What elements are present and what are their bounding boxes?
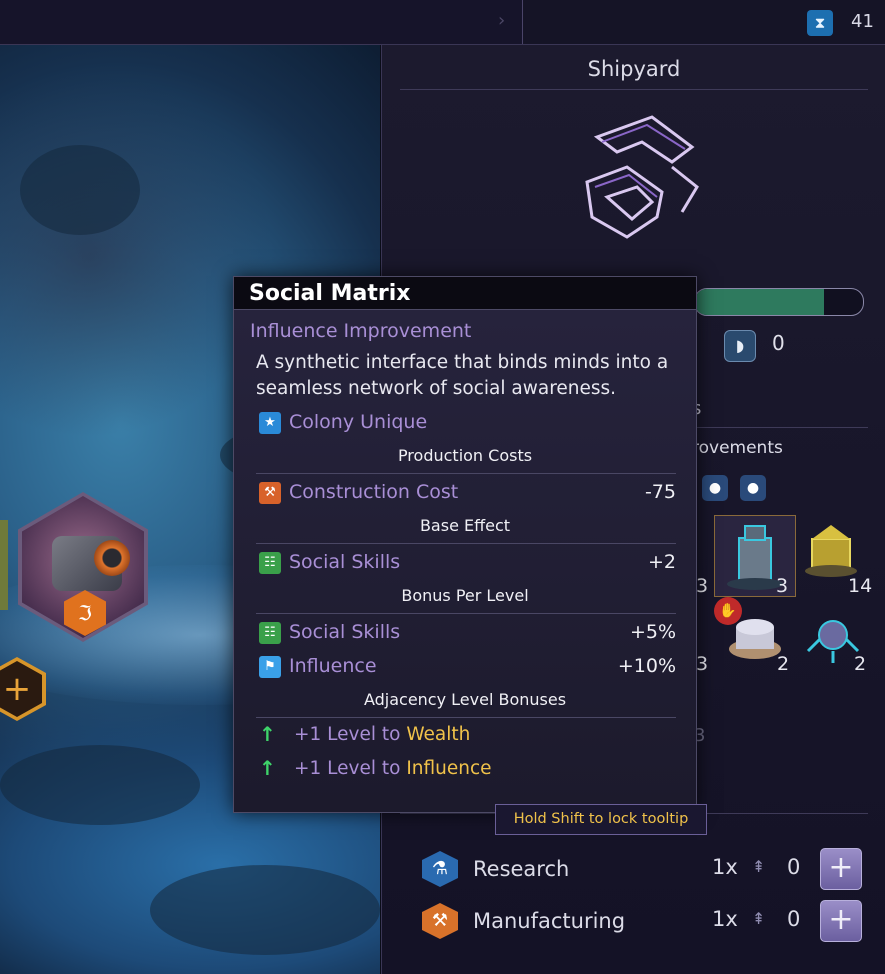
tooltip-category: Influence Improvement (250, 320, 472, 342)
influence-icon: ⚑ (259, 656, 281, 678)
chevron-right-icon[interactable]: › (498, 10, 505, 31)
divider (256, 473, 676, 474)
building-count-partial: 3 (696, 575, 709, 597)
resource-count: 0 (787, 855, 801, 879)
social-skills-icon: ☷ (259, 622, 281, 644)
base-effect-label: Social Skills (289, 551, 401, 573)
divider (256, 543, 676, 544)
star-icon: ★ (259, 412, 281, 434)
top-bar-left: › (0, 0, 523, 44)
progress-fill (695, 289, 825, 315)
resource-count: 0 (787, 907, 801, 931)
adjacency-prefix: +1 Level to (294, 758, 407, 779)
section-adjacency: Adjacency Level Bonuses (363, 690, 567, 709)
section-bonus-per-level: Bonus Per Level (401, 586, 529, 605)
flask-icon: ⚗ (422, 851, 458, 887)
adjacency-target: Wealth (406, 724, 471, 745)
divider (256, 717, 676, 718)
hammer-icon: ⚒ (259, 482, 281, 504)
level-up-icon: ⇞ (752, 909, 766, 928)
machine-barrel-icon (94, 540, 130, 576)
adjacency-prefix: +1 Level to (294, 724, 407, 745)
bonus-label: Social Skills (289, 621, 401, 643)
social-skills-icon: ☷ (259, 552, 281, 574)
person-icon[interactable]: ● (702, 475, 728, 501)
arrow-up-icon: ↑ (259, 756, 276, 780)
bonus-value: +5% (629, 621, 676, 643)
tooltip-description: A synthetic interface that binds minds i… (256, 352, 669, 399)
resource-multiplier: 1x (712, 907, 738, 931)
add-research-button[interactable]: + (820, 848, 862, 890)
building-count-partial: 3 (696, 653, 709, 675)
bonus-label: Influence (289, 655, 377, 677)
add-manufacturing-button[interactable]: + (820, 900, 862, 942)
divider (256, 613, 676, 614)
adjacency-bonus: +1 Level to Wealth (294, 724, 470, 745)
lock-tooltip-hint: Hold Shift to lock tooltip (495, 804, 707, 835)
improvements-heading: rovements (692, 438, 783, 458)
bonus-value: +10% (617, 655, 676, 677)
level-up-icon: ⇞ (752, 857, 766, 876)
panel-title: Shipyard (587, 57, 681, 81)
top-bar: › ⧗ 41 (0, 0, 885, 45)
building-count: 2 (854, 653, 867, 675)
cloud-shadow (150, 865, 380, 955)
neighbor-tile[interactable] (0, 520, 8, 610)
turn-counter: 41 (851, 11, 874, 32)
building-count: 14 (848, 575, 873, 597)
construction-progress-bar (694, 288, 864, 316)
resource-label: Research (473, 857, 570, 881)
resource-row-research: ⚗ Research 1x ⇞ 0 + (382, 845, 885, 895)
resource-multiplier: 1x (712, 855, 738, 879)
building-count: 3 (776, 575, 789, 597)
resource-row-manufacturing: ⚒ Manufacturing 1x ⇞ 0 + (382, 897, 885, 947)
arrow-up-icon: ↑ (259, 722, 276, 746)
cloud-shadow (0, 745, 200, 825)
colony-unique-label: Colony Unique (289, 411, 428, 433)
building-count: 2 (777, 653, 790, 675)
base-effect-value: +2 (647, 551, 676, 573)
adjacency-target: Influence (406, 758, 492, 779)
tooltip-title: Social Matrix (249, 281, 411, 306)
hammer-icon: ⚒ (422, 903, 458, 939)
building-tooltip: Social Matrix Influence Improvement A sy… (233, 276, 697, 813)
divider (400, 89, 868, 90)
hourglass-icon: ⧗ (807, 10, 833, 36)
shipyard-icon (585, 115, 699, 239)
adjacency-bonus: +1 Level to Influence (294, 758, 492, 779)
apple-icon[interactable]: ● (740, 475, 766, 501)
construction-cost-value: -75 (644, 481, 676, 503)
resource-label: Manufacturing (473, 909, 626, 933)
divider (692, 427, 868, 428)
section-production-costs: Production Costs (397, 446, 533, 465)
shield-icon: ◗ (724, 330, 756, 362)
shield-value: 0 (772, 331, 785, 355)
cloud-shadow (20, 145, 140, 235)
wealth-building-icon[interactable] (798, 517, 864, 583)
tooltip-header: Social Matrix (234, 277, 696, 310)
tooltip-body: Influence Improvement A synthetic interf… (234, 310, 696, 812)
construction-cost-label: Construction Cost (289, 481, 459, 503)
plus-icon: + (0, 661, 42, 717)
section-base-effect: Base Effect (419, 516, 511, 535)
